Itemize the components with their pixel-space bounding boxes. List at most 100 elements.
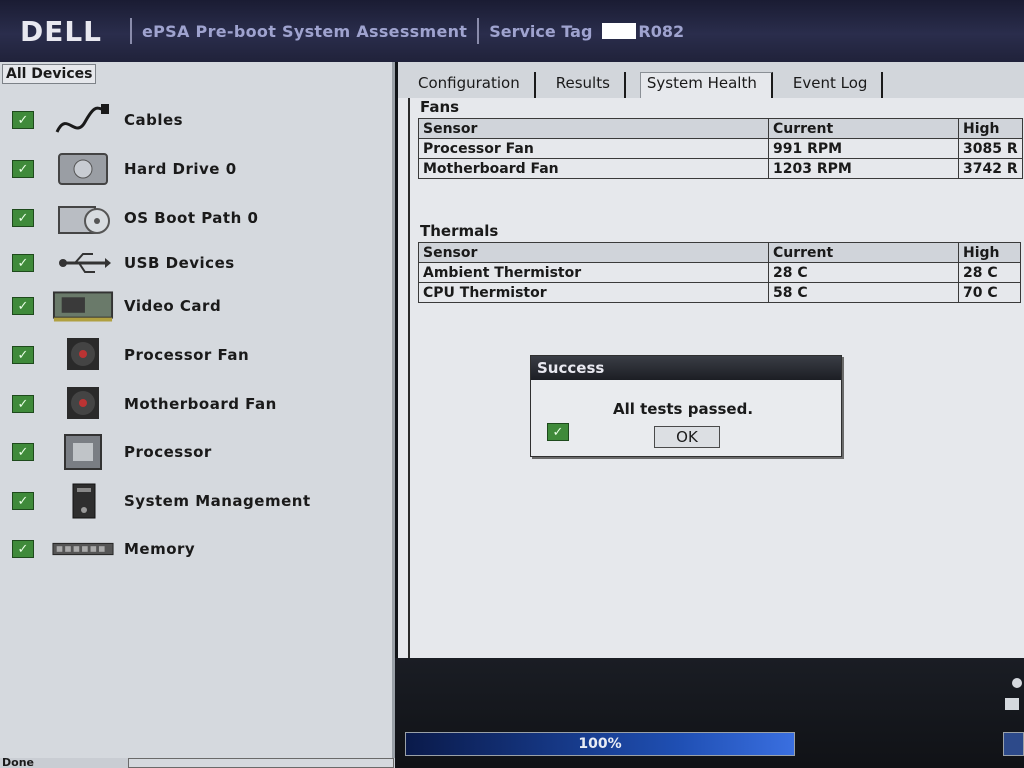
device-item-os-boot-path[interactable]: ✓ OS Boot Path 0 [0,198,390,238]
video-card-icon [52,286,114,326]
service-tag: Service Tag R082 [489,22,684,41]
table-cell: 28 C [958,262,1021,283]
pass-check-icon: ✓ [12,492,34,510]
tab-system-health[interactable]: System Health [639,72,773,98]
progress-label: 100% [578,736,622,752]
pass-check-icon: ✓ [12,443,34,461]
table-row: Ambient Thermistor 28 C 28 C [418,262,1021,283]
device-label: Memory [124,540,196,558]
column-header: Current [768,118,959,139]
bottom-area: 100% [395,658,1024,768]
device-item-memory[interactable]: ✓ Memory [0,529,390,569]
service-tag-value: R082 [638,21,685,41]
device-item-processor-fan[interactable]: ✓ Processor Fan [0,335,390,375]
tab-label: Event Log [792,74,868,92]
device-label: System Management [124,492,311,510]
device-label: Processor Fan [124,346,250,364]
device-item-cables[interactable]: ✓ Cables [0,100,390,140]
table-cell: Processor Fan [418,138,769,159]
hard-drive-icon [52,149,114,189]
dialog-message: All tests passed. [613,400,754,418]
processor-icon [52,432,114,472]
device-item-usb[interactable]: ✓ USB Devices [0,243,390,283]
device-label: Motherboard Fan [124,395,277,413]
table-cell: Motherboard Fan [418,158,769,179]
success-check-icon: ✓ [547,423,569,441]
table-cell: 28 C [768,262,959,283]
tab-label: System Health [646,74,757,92]
status-text: Done [2,756,34,768]
device-label: OS Boot Path 0 [124,209,259,227]
side-button[interactable] [1003,732,1024,756]
pass-check-icon: ✓ [12,254,34,272]
table-row: Processor Fan 991 RPM 3085 R [418,138,1023,159]
app-title: ePSA Pre-boot System Assessment [142,21,468,41]
device-label: Hard Drive 0 [124,160,237,178]
tab-bar: Configuration Results System Health Even… [398,62,1024,98]
table-header-row: Sensor Current High [418,242,1021,263]
thermals-section-title: Thermals [420,222,499,240]
fan-icon [52,384,114,424]
device-item-hard-drive[interactable]: ✓ Hard Drive 0 [0,149,390,189]
tab-event-log[interactable]: Event Log [787,72,884,98]
status-bar: Done [0,756,395,768]
column-header: High [958,118,1023,139]
device-label: Processor [124,443,212,461]
device-item-video-card[interactable]: ✓ Video Card [0,286,390,326]
tab-results[interactable]: Results [550,72,626,98]
pass-check-icon: ✓ [12,111,34,129]
pass-check-icon: ✓ [12,209,34,227]
tab-label: Configuration [418,74,520,92]
dell-logo: DELL [19,14,103,48]
table-cell: 58 C [768,282,959,303]
system-management-icon [52,481,114,521]
device-label: Cables [124,111,184,129]
table-cell: Ambient Thermistor [418,262,769,283]
progress-bar: 100% [405,732,795,756]
table-cell: CPU Thermistor [418,282,769,303]
header-bar: DELL ePSA Pre-boot System Assessment Ser… [0,0,1024,62]
fans-table: Sensor Current High Processor Fan 991 RP… [418,118,1023,179]
success-dialog: Success All tests passed. ✓ OK [530,355,842,457]
usb-icon [52,243,114,283]
device-item-motherboard-fan[interactable]: ✓ Motherboard Fan [0,384,390,424]
table-row: CPU Thermistor 58 C 70 C [418,282,1021,303]
fans-section-title: Fans [420,98,460,116]
pass-check-icon: ✓ [12,346,34,364]
option-checkbox[interactable] [1005,698,1019,710]
all-devices-node[interactable]: All Devices [2,64,97,84]
device-item-system-management[interactable]: ✓ System Management [0,481,390,521]
thermals-table: Sensor Current High Ambient Thermistor 2… [418,242,1021,303]
table-cell: 991 RPM [768,138,959,159]
device-label: Video Card [124,297,222,315]
memory-icon [52,529,114,569]
table-cell: 1203 RPM [768,158,959,179]
cable-icon [52,100,114,140]
table-row: Motherboard Fan 1203 RPM 3742 R [418,158,1023,179]
dialog-title: Success [531,356,841,380]
table-header-row: Sensor Current High [418,118,1023,139]
tab-configuration[interactable]: Configuration [412,72,536,98]
pass-check-icon: ✓ [12,395,34,413]
pass-check-icon: ✓ [12,297,34,315]
column-header: Current [768,242,959,263]
device-item-processor[interactable]: ✓ Processor [0,432,390,472]
service-tag-redaction [602,23,637,39]
table-cell: 3742 R [958,158,1023,179]
status-hint-box [128,758,394,768]
ok-button[interactable]: OK [654,426,720,448]
table-cell: 70 C [958,282,1021,303]
device-tree-panel: All Devices ✓ Cables ✓ Hard Drive 0 ✓ OS… [0,62,395,768]
pass-check-icon: ✓ [12,160,34,178]
table-cell: 3085 R [958,138,1023,159]
service-tag-label: Service Tag [489,21,593,41]
option-radio[interactable] [1012,678,1022,688]
boot-path-icon [52,198,114,238]
tab-label: Results [555,74,610,92]
pass-check-icon: ✓ [12,540,34,558]
fan-icon [52,335,114,375]
header-separator [130,18,132,44]
header-separator [477,18,480,44]
device-label: USB Devices [124,254,235,272]
column-header: Sensor [418,242,769,263]
